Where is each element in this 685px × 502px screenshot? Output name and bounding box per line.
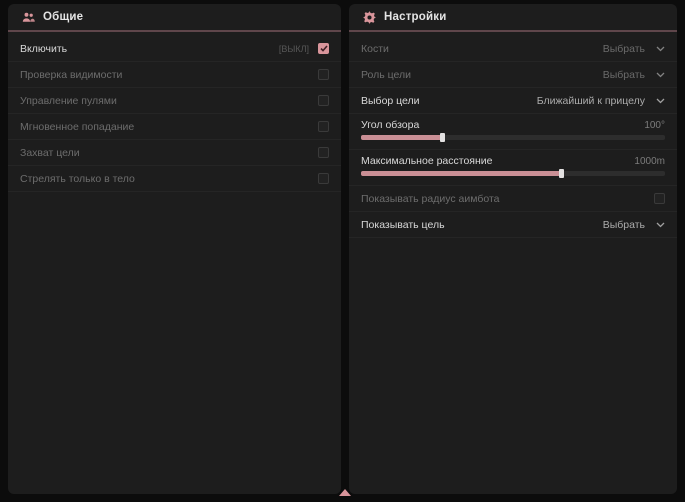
gear-icon bbox=[363, 11, 376, 24]
setting-label: Включить bbox=[20, 43, 279, 55]
general-panel: Общие Включить[ВЫКЛ] Проверка видимости Уп… bbox=[8, 4, 341, 494]
setting-label: Проверка видимости bbox=[20, 69, 318, 81]
checkbox[interactable] bbox=[318, 43, 329, 54]
scroll-up-indicator-icon[interactable] bbox=[339, 489, 351, 496]
checkmark-icon bbox=[320, 45, 328, 52]
slider-handle[interactable] bbox=[440, 133, 445, 142]
slider-fill bbox=[361, 171, 562, 176]
mod-menu: Общие Включить[ВЫКЛ] Проверка видимости Уп… bbox=[0, 0, 685, 502]
setting-row: Стрелять только в тело bbox=[8, 166, 341, 192]
dropdown-value: Выбрать bbox=[603, 219, 645, 231]
users-icon bbox=[22, 11, 35, 24]
checkbox[interactable] bbox=[318, 95, 329, 106]
slider-handle[interactable] bbox=[559, 169, 564, 178]
setting-row: Роль целиВыбрать bbox=[349, 62, 677, 88]
setting-row: Проверка видимости bbox=[8, 62, 341, 88]
checkbox[interactable] bbox=[318, 69, 329, 80]
setting-label: Роль цели bbox=[361, 69, 603, 81]
slider-value: 100° bbox=[644, 120, 665, 131]
setting-row: Показывать радиус аимбота bbox=[349, 186, 677, 212]
dropdown-select[interactable]: Выбрать bbox=[603, 219, 665, 231]
dropdown-select[interactable]: Выбрать bbox=[603, 69, 665, 81]
slider-value: 1000m bbox=[634, 156, 665, 167]
panel-title: Настройки bbox=[384, 11, 446, 23]
setting-label: Показывать радиус аимбота bbox=[361, 193, 654, 205]
setting-row: Показывать цельВыбрать bbox=[349, 212, 677, 238]
setting-row: Угол обзора100° bbox=[349, 114, 677, 150]
dropdown-value: Выбрать bbox=[603, 69, 645, 81]
chevron-down-icon bbox=[656, 72, 665, 78]
slider[interactable] bbox=[361, 171, 665, 176]
chevron-down-icon bbox=[656, 98, 665, 104]
panel-title: Общие bbox=[43, 11, 83, 23]
checkbox[interactable] bbox=[318, 173, 329, 184]
slider-fill bbox=[361, 135, 443, 140]
setting-row: Выбор целиБлижайший к прицелу bbox=[349, 88, 677, 114]
dropdown-select[interactable]: Ближайший к прицелу bbox=[537, 95, 665, 107]
setting-label: Управление пулями bbox=[20, 95, 318, 107]
settings-panel-header: Настройки bbox=[349, 4, 677, 30]
checkbox[interactable] bbox=[654, 193, 665, 204]
slider-label-line: Угол обзора100° bbox=[361, 119, 665, 131]
slider[interactable] bbox=[361, 135, 665, 140]
setting-label: Стрелять только в тело bbox=[20, 173, 318, 185]
setting-row: Мгновенное попадание bbox=[8, 114, 341, 140]
settings-panel: Настройки КостиВыбратьРоль целиВыбратьВы… bbox=[349, 4, 677, 494]
general-panel-header: Общие bbox=[8, 4, 341, 30]
aimbot-settings-list: КостиВыбратьРоль целиВыбратьВыбор целиБл… bbox=[349, 32, 677, 238]
chevron-down-icon bbox=[656, 46, 665, 52]
setting-label: Показывать цель bbox=[361, 219, 603, 231]
setting-row: КостиВыбрать bbox=[349, 36, 677, 62]
slider-label-line: Максимальное расстояние1000m bbox=[361, 155, 665, 167]
dropdown-select[interactable]: Выбрать bbox=[603, 43, 665, 55]
dropdown-value: Ближайший к прицелу bbox=[537, 95, 645, 107]
setting-label: Захват цели bbox=[20, 147, 318, 159]
setting-row: Включить[ВЫКЛ] bbox=[8, 36, 341, 62]
checkbox[interactable] bbox=[318, 121, 329, 132]
setting-label: Кости bbox=[361, 43, 603, 55]
setting-row: Максимальное расстояние1000m bbox=[349, 150, 677, 186]
checkbox[interactable] bbox=[318, 147, 329, 158]
setting-label: Максимальное расстояние bbox=[361, 155, 634, 167]
setting-label: Мгновенное попадание bbox=[20, 121, 318, 133]
dropdown-value: Выбрать bbox=[603, 43, 645, 55]
setting-label: Угол обзора bbox=[361, 119, 644, 131]
setting-row: Управление пулями bbox=[8, 88, 341, 114]
setting-row: Захват цели bbox=[8, 140, 341, 166]
chevron-down-icon bbox=[656, 222, 665, 228]
keybind-hint: [ВЫКЛ] bbox=[279, 44, 309, 54]
general-settings-list: Включить[ВЫКЛ] Проверка видимости Управлен… bbox=[8, 32, 341, 192]
setting-label: Выбор цели bbox=[361, 95, 537, 107]
